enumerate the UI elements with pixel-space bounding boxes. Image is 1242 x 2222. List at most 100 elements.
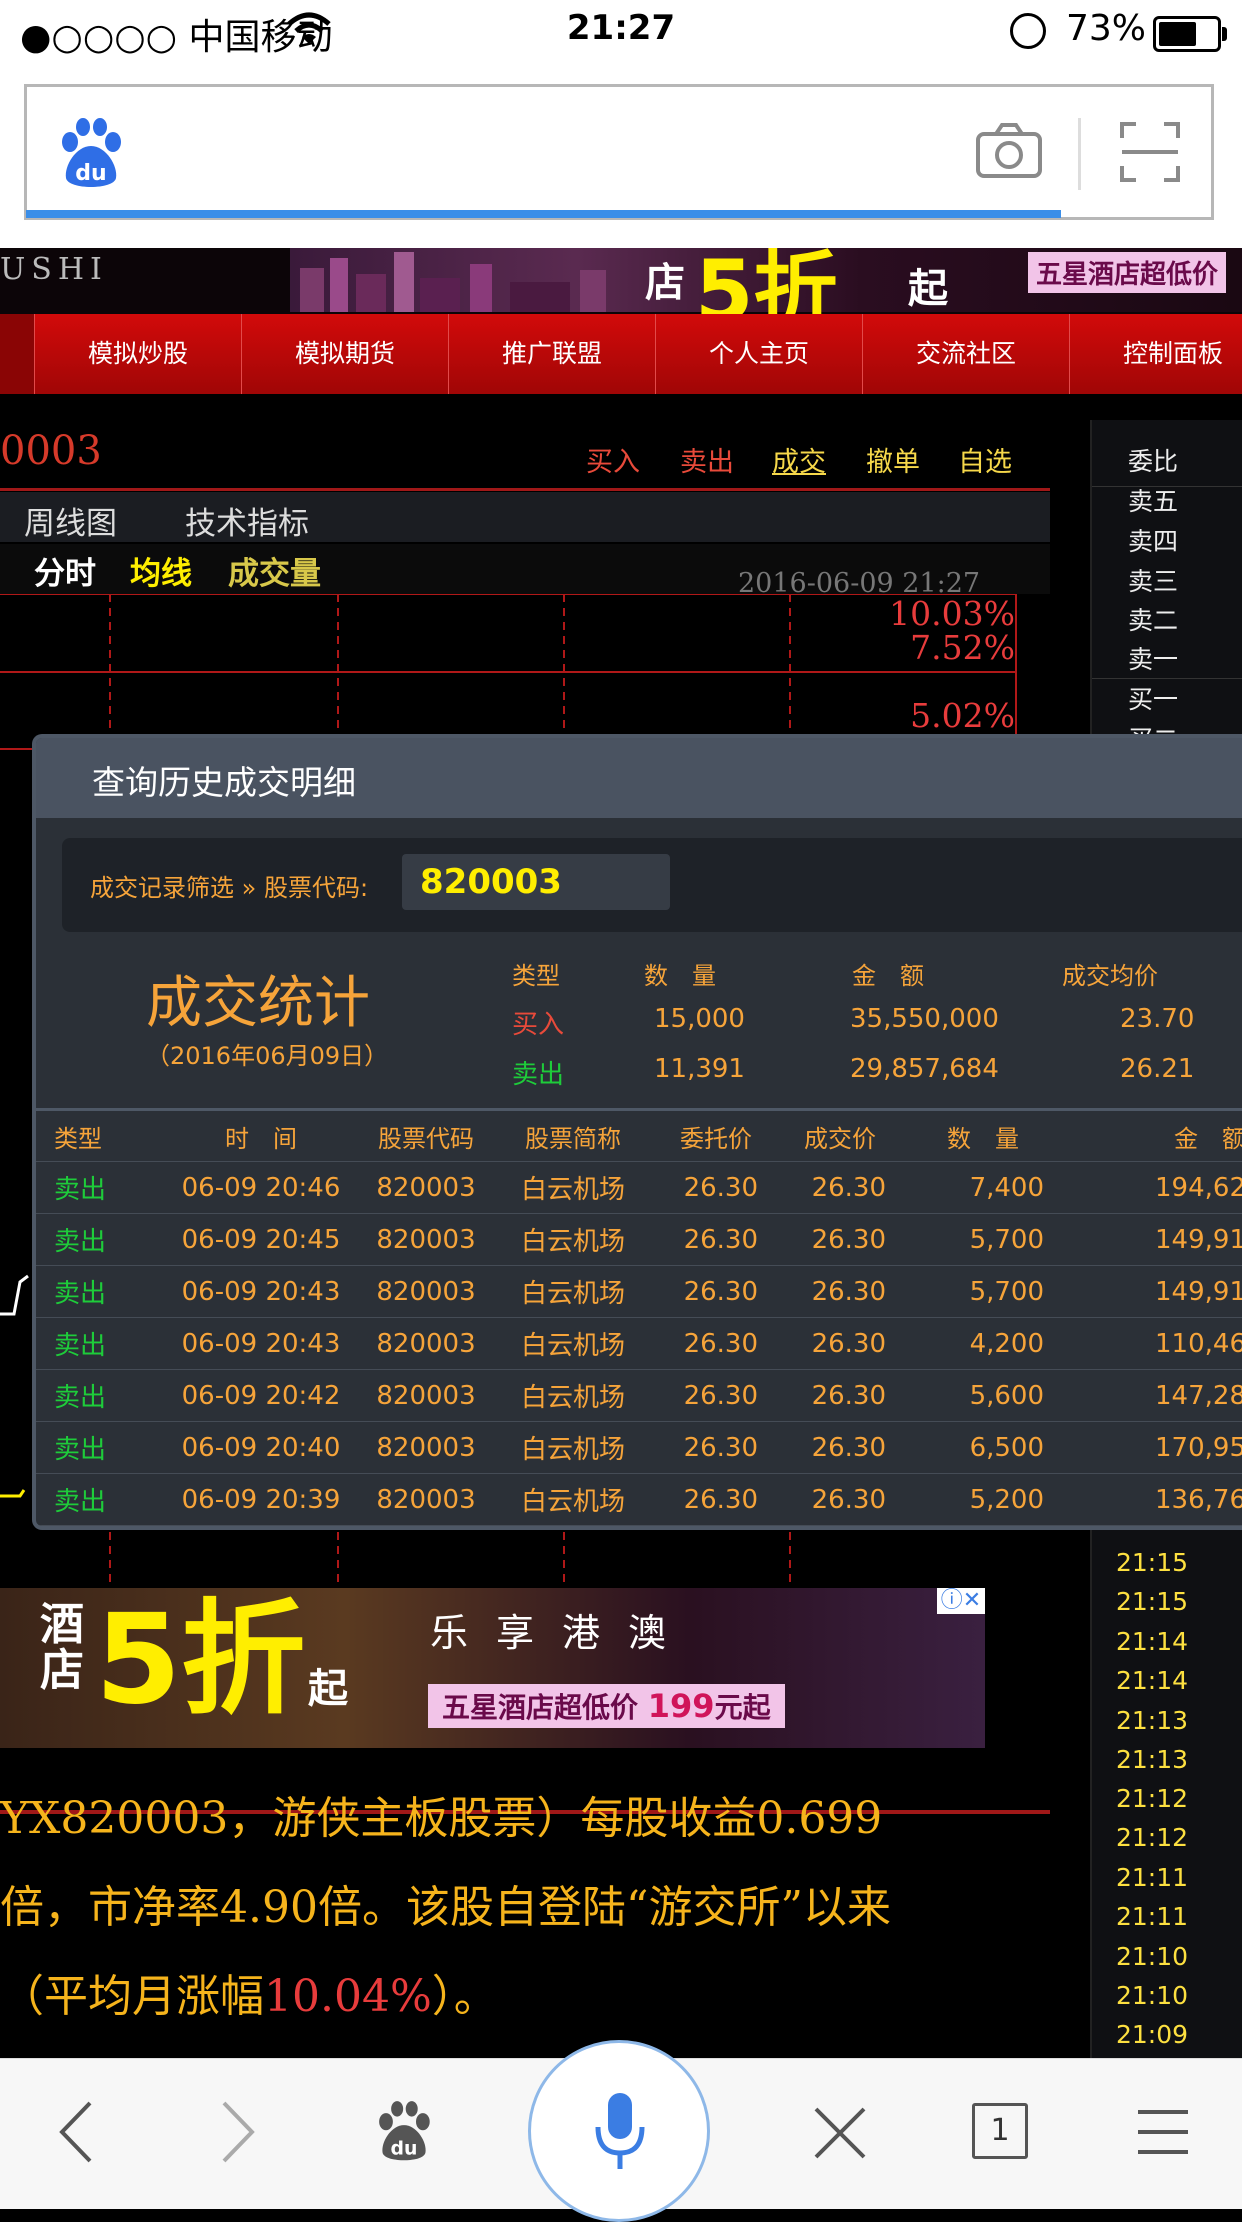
trade-time: 21:15 (1116, 1548, 1189, 1577)
order-price: 26.30 (656, 1473, 776, 1526)
clock: 21:27 (566, 8, 676, 48)
order-price: 26.30 (656, 1317, 776, 1370)
close-icon[interactable] (810, 2103, 870, 2163)
filter-bar: 成交记录筛选 » 股票代码: 820003 (62, 838, 1242, 932)
top-banner: USHI 店 5折 起 五星酒店超低价 (0, 248, 1242, 340)
menu-icon[interactable] (1136, 2109, 1190, 2155)
voice-search-button[interactable] (528, 2040, 710, 2222)
nav-item-community[interactable]: 交流社区 (862, 314, 1069, 394)
divider (0, 488, 1050, 491)
back-icon[interactable] (56, 2099, 96, 2165)
trade-amount: 170,95 (1062, 1421, 1242, 1474)
chart-tabs: 周线图 技术指标 (0, 492, 1050, 542)
trade-type: 卖出 (36, 1473, 160, 1526)
order-price: 26.30 (656, 1265, 776, 1318)
stats-amount: 29,857,684 (850, 1054, 999, 1084)
trade-type: 卖出 (36, 1265, 160, 1318)
trade-stock-name: 白云机场 (490, 1473, 656, 1526)
trade-qty: 5,700 (904, 1265, 1062, 1318)
trade-amount: 136,76 (1062, 1473, 1242, 1526)
ad-tag-text: 五星酒店超低价 (442, 1691, 639, 1724)
deal-price: 26.30 (776, 1213, 904, 1266)
order-book-label: 卖二 (1128, 606, 1179, 635)
banner-text-store: 店 (645, 260, 685, 306)
nav-item-homepage[interactable]: 个人主页 (655, 314, 862, 394)
trade-stock-code: 820003 (362, 1421, 490, 1474)
trade-type: 卖出 (36, 1317, 160, 1370)
trade-qty: 6,500 (904, 1421, 1062, 1474)
deal-price: 26.30 (776, 1369, 904, 1422)
monthly-gain: 10.04% (264, 1971, 432, 2022)
trade-stock-code: 820003 (362, 1161, 490, 1214)
tab-intraday[interactable]: 分时 (34, 548, 96, 593)
stock-code-input[interactable]: 820003 (402, 854, 670, 910)
trade-qty: 5,700 (904, 1213, 1062, 1266)
trade-qty: 5,600 (904, 1369, 1062, 1422)
stats-qty: 11,391 (654, 1054, 745, 1084)
trade-type: 卖出 (36, 1213, 160, 1266)
trade-amount: 149,91 (1062, 1213, 1242, 1266)
trade-time: 21:13 (1116, 1706, 1189, 1735)
modal-titlebar[interactable]: 查询历史成交明细 (36, 738, 1242, 818)
description-text: （平均月涨幅 (0, 1971, 264, 2022)
baidu-home-icon[interactable]: du (374, 2101, 434, 2163)
hotel-ad-banner-2[interactable]: 酒店 5折 起 乐享港澳 五星酒店超低价 199元起 ⓘ✕ (0, 1588, 985, 1748)
trade-qty: 5,200 (904, 1473, 1062, 1526)
trade-time: 21:13 (1116, 1745, 1189, 1774)
tabs-button[interactable]: 1 (972, 2103, 1028, 2159)
sell-link[interactable]: 卖出 (680, 440, 734, 479)
table-row[interactable]: 卖出 06-09 20:46 820003 白云机场 26.30 26.30 7,400 19… (36, 1161, 1242, 1214)
filter-label: 成交记录筛选 » 股票代码: (90, 874, 369, 902)
status-bar: ●○○○○ 中国移动 21:27 73% (0, 0, 1242, 62)
tab-weekly-chart[interactable]: 周线图 (24, 498, 117, 543)
tab-technical-indicators[interactable]: 技术指标 (185, 498, 309, 543)
trade-amount: 110,46 (1062, 1317, 1242, 1370)
trade-qty: 7,400 (904, 1161, 1062, 1214)
watchlist-link[interactable]: 自选 (958, 440, 1012, 479)
baidu-paw-icon[interactable]: du (56, 118, 126, 190)
table-row[interactable]: 卖出 06-09 20:39 820003 白云机场 26.30 26.30 5,200 13… (36, 1473, 1242, 1526)
trade-time: 21:15 (1116, 1587, 1189, 1616)
stats-qty: 15,000 (654, 1004, 745, 1034)
deals-link[interactable]: 成交 (772, 440, 826, 479)
buy-link[interactable]: 买入 (586, 440, 640, 479)
table-row[interactable]: 卖出 06-09 20:45 820003 白云机场 26.30 26.30 5,700 14… (36, 1213, 1242, 1266)
trade-time: 06-09 20:43 (160, 1317, 362, 1370)
tab-moving-average[interactable]: 均线 (130, 548, 192, 593)
trade-stock-code: 820003 (362, 1369, 490, 1422)
forward-icon[interactable] (218, 2099, 258, 2165)
order-book-label: 卖五 (1128, 487, 1179, 516)
table-row[interactable]: 卖出 06-09 20:43 820003 白云机场 26.30 26.30 4,200 11… (36, 1317, 1242, 1370)
battery-percent: 73% (1066, 8, 1147, 49)
stats-header: 类型 (512, 962, 560, 990)
nav-item-control-panel[interactable]: 控制面板 (1069, 314, 1242, 394)
nav-item-affiliate[interactable]: 推广联盟 (448, 314, 655, 394)
table-row[interactable]: 卖出 06-09 20:40 820003 白云机场 26.30 26.30 6,500 17… (36, 1421, 1242, 1474)
camera-icon[interactable] (974, 120, 1044, 180)
stats-amount: 35,550,000 (850, 1004, 999, 1034)
cancel-order-link[interactable]: 撤单 (866, 440, 920, 479)
table-row[interactable]: 卖出 06-09 20:43 820003 白云机场 26.30 26.30 5,700 14… (36, 1265, 1242, 1318)
banner-tag: 五星酒店超低价 (1028, 252, 1227, 293)
pct-label: 7.52% (910, 628, 1015, 667)
column-header: 成交价 (776, 1111, 904, 1162)
stats-avg-price: 23.70 (1120, 1004, 1195, 1034)
description-text: ）。 (431, 1971, 498, 2022)
banner-text-qi: 起 (908, 266, 948, 312)
ad-close-icon[interactable]: ⓘ✕ (937, 1588, 985, 1614)
trade-time: 21:11 (1116, 1902, 1189, 1931)
ad-text-slogan: 乐享港澳 (430, 1611, 695, 1655)
trade-time: 21:09 (1116, 2020, 1189, 2049)
table-row[interactable]: 卖出 06-09 20:42 820003 白云机场 26.30 26.30 5,600 14… (36, 1369, 1242, 1422)
order-price: 26.30 (656, 1421, 776, 1474)
rotation-lock-icon (1010, 13, 1046, 49)
nav-item-sim-futures[interactable]: 模拟期货 (241, 314, 448, 394)
tab-volume[interactable]: 成交量 (228, 548, 321, 593)
trade-type: 卖出 (36, 1161, 160, 1214)
ad-text-discount: 5折 (95, 1588, 306, 1732)
description-line: （平均月涨幅10.04%）。 (0, 1952, 1000, 2041)
scan-icon[interactable] (1118, 120, 1182, 184)
trade-time: 21:14 (1116, 1627, 1189, 1656)
site-logo[interactable]: USHI (0, 252, 108, 287)
nav-item-sim-stock[interactable]: 模拟炒股 (34, 314, 241, 394)
